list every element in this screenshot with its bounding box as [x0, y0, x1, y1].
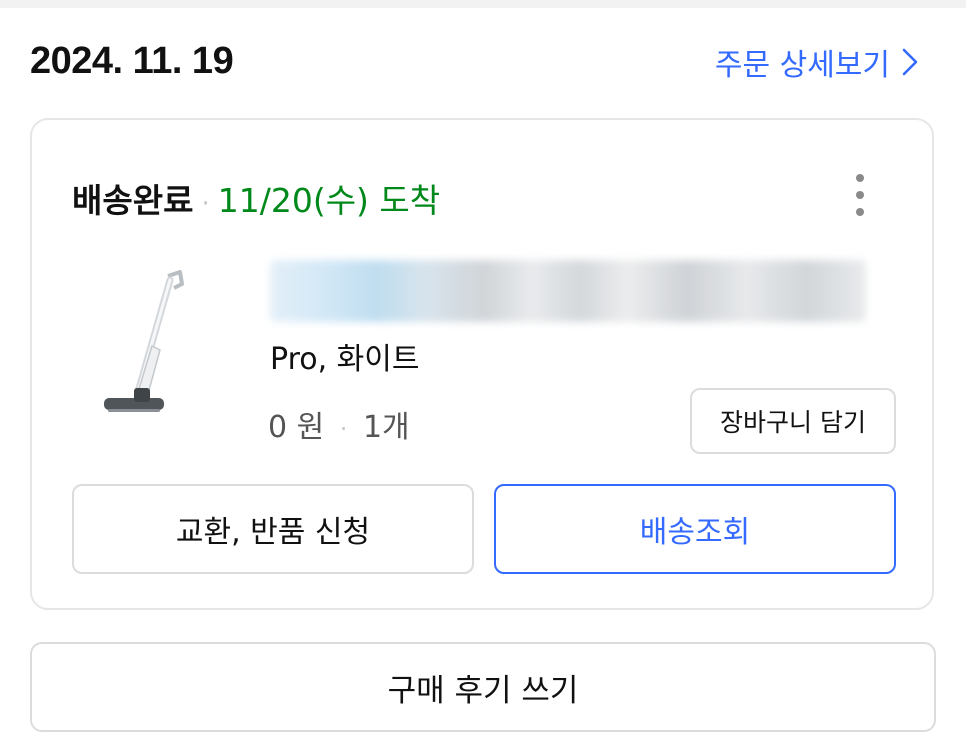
order-date: 2024. 11. 19 [30, 40, 234, 82]
order-card: 배송완료 · 11/20(수) 도착 Pro, 화이트 0 원 · 1개 장바구… [30, 118, 934, 610]
cordless-wet-dry-vacuum-icon[interactable] [98, 266, 198, 426]
product-price: 0 원 [268, 410, 325, 445]
more-options-icon[interactable] [850, 172, 870, 218]
arrival-date: 11/20(수) 도착 [217, 181, 441, 220]
product-quantity: 1개 [362, 410, 410, 445]
delivery-status-label: 배송완료 [72, 181, 194, 220]
order-detail-link[interactable]: 주문 상세보기 [715, 40, 918, 84]
top-divider-strip [0, 0, 966, 8]
product-name-redacted [270, 260, 866, 322]
product-option: Pro, 화이트 [270, 342, 420, 377]
add-to-cart-button[interactable]: 장바구니 담기 [690, 388, 896, 454]
track-delivery-button[interactable]: 배송조회 [494, 484, 896, 574]
chevron-right-icon [902, 48, 918, 76]
write-review-button[interactable]: 구매 후기 쓰기 [30, 642, 936, 732]
status-separator: · [201, 189, 210, 219]
order-detail-link-label: 주문 상세보기 [714, 48, 890, 83]
delivery-status-row: 배송완료 · 11/20(수) 도착 [72, 174, 440, 222]
price-separator: · [339, 415, 348, 443]
price-quantity-row: 0 원 · 1개 [268, 402, 410, 446]
exchange-return-button[interactable]: 교환, 반품 신청 [72, 484, 474, 574]
